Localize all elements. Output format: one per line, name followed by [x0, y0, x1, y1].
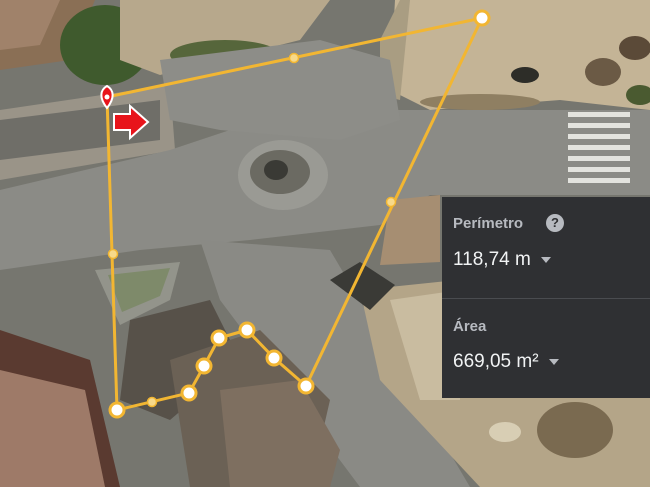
measured-area-outline[interactable] [105, 15, 485, 412]
arrow-right-icon [113, 103, 150, 141]
dropdown-caret-icon [548, 359, 559, 365]
segment-midpoint-handle[interactable] [146, 396, 158, 408]
satellite-map[interactable]: Perímetro ? 118,74 m Área 669,05 m² [0, 0, 650, 487]
vertex-handle[interactable] [195, 357, 213, 375]
perimeter-value: 118,74 m [453, 249, 531, 270]
panel-divider [442, 298, 650, 299]
vertex-handle[interactable] [108, 401, 126, 419]
start-point-dot [104, 94, 110, 100]
perimeter-label: Perímetro [453, 215, 524, 232]
vertex-handle[interactable] [180, 384, 198, 402]
vertex-handle[interactable] [265, 349, 283, 367]
vertex-handle[interactable] [210, 329, 228, 347]
perimeter-dropdown[interactable]: 118,74 m [453, 249, 551, 271]
area-label: Área [453, 318, 487, 335]
segment-midpoint-handle[interactable] [107, 248, 119, 260]
vertex-handle[interactable] [473, 9, 491, 27]
vertex-handle[interactable] [238, 321, 256, 339]
vertex-handle[interactable] [297, 377, 315, 395]
area-dropdown[interactable]: 669,05 m² [453, 351, 559, 373]
segment-midpoint-handle[interactable] [385, 196, 397, 208]
help-icon[interactable]: ? [546, 214, 564, 232]
dropdown-caret-icon [540, 257, 551, 263]
measurement-panel: Perímetro ? 118,74 m Área 669,05 m² [442, 197, 650, 398]
area-value: 669,05 m² [453, 351, 539, 372]
segment-midpoint-handle[interactable] [288, 52, 300, 64]
